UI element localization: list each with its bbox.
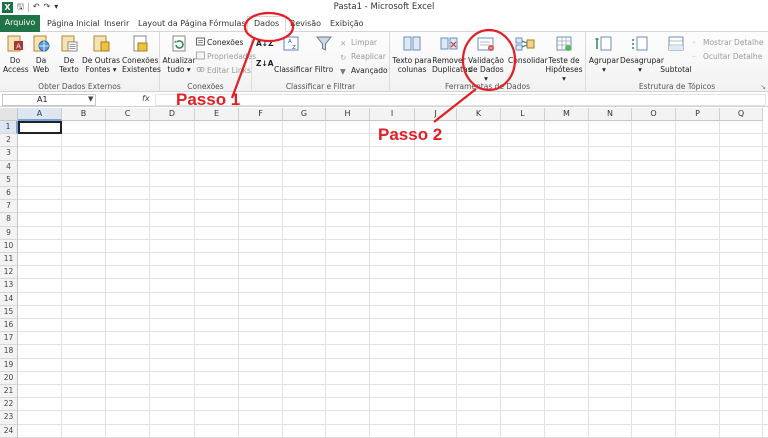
annotation-overlay <box>230 11 517 123</box>
step2-callout: Passo 2 <box>378 125 443 144</box>
step1-callout: Passo 1 <box>176 90 241 109</box>
step2-line <box>433 88 477 123</box>
step2-circle <box>461 28 517 92</box>
excel-window: X 🖫 ↶ ↷ ▾ Pasta1 - Microsoft Excel Arqui… <box>0 0 768 438</box>
step1-circle <box>243 11 295 43</box>
